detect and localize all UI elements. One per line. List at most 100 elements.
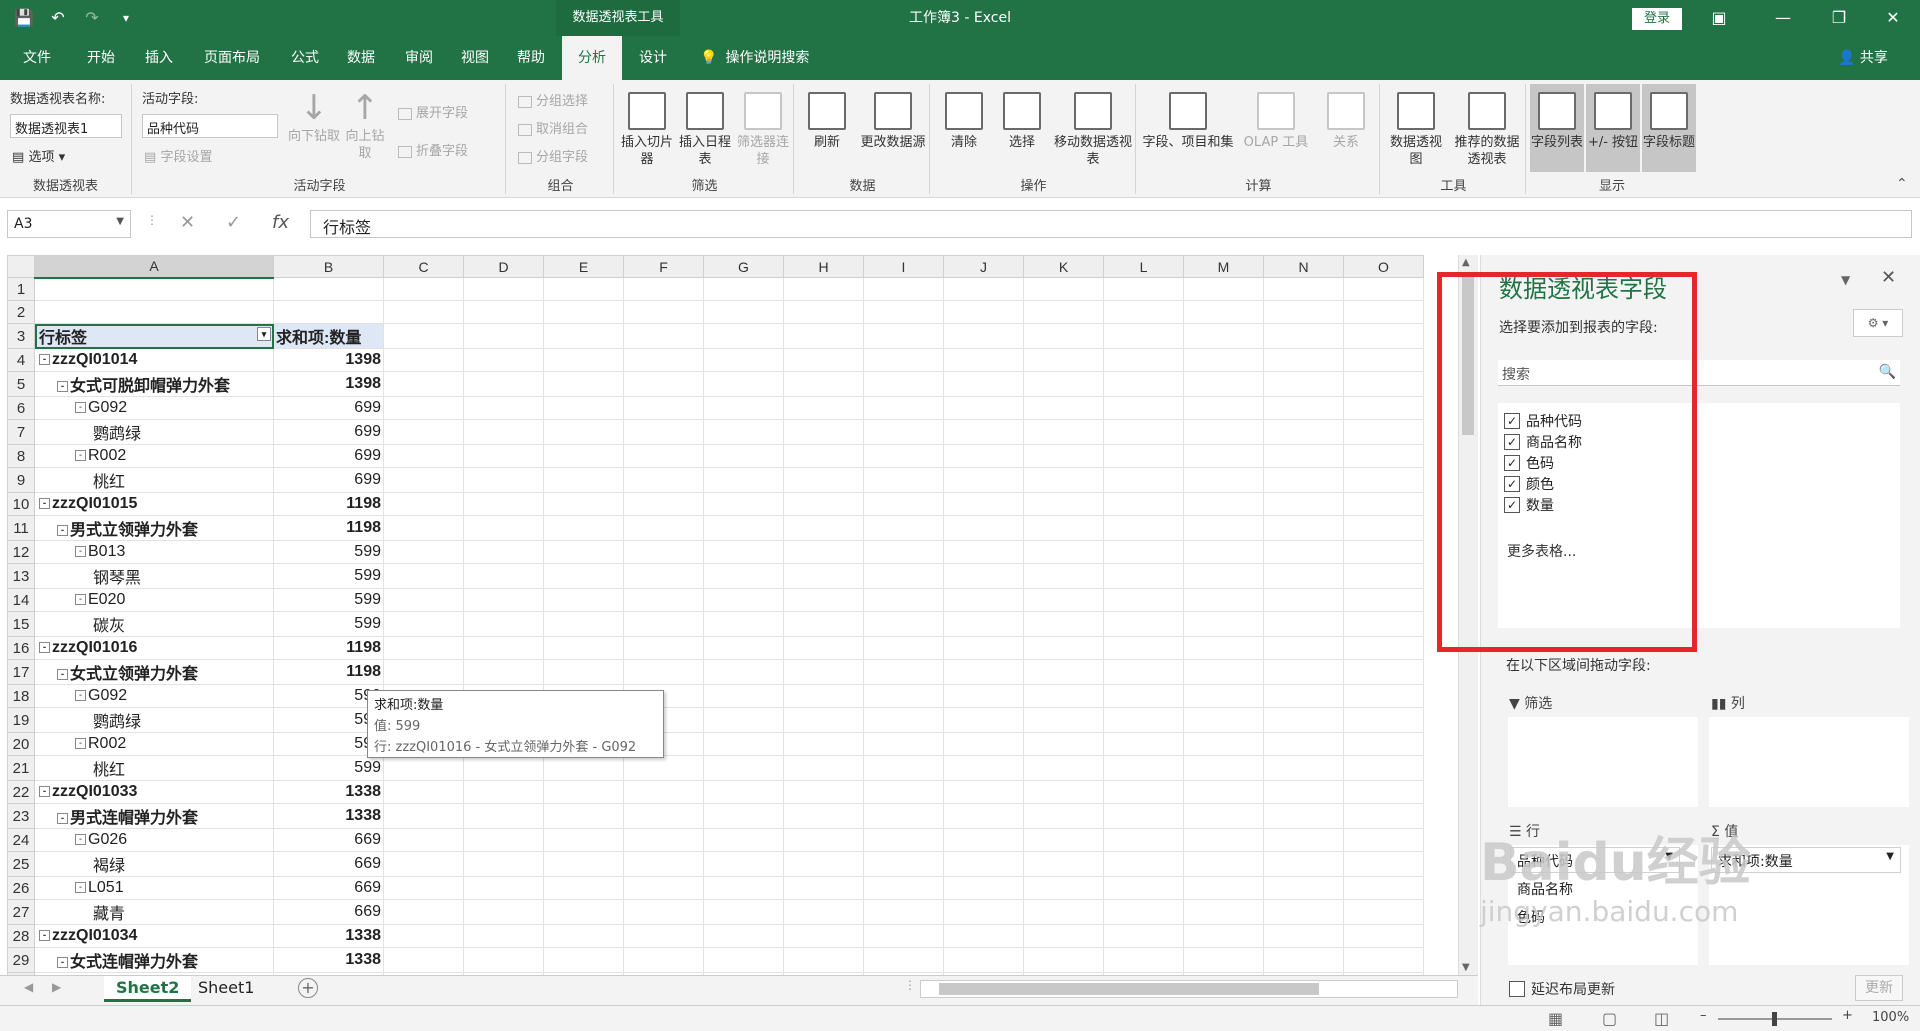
field-list-button[interactable]: 字段列表 — [1530, 84, 1584, 172]
empty-cell[interactable] — [383, 636, 464, 660]
empty-cell[interactable] — [383, 444, 464, 468]
pivot-value-cell[interactable]: 599 — [273, 588, 384, 612]
pivot-row-label[interactable] — [34, 300, 274, 324]
collapse-icon[interactable]: - — [75, 690, 86, 702]
pivot-row-label[interactable]: - 女式可脱卸帽弹力外套 — [34, 371, 274, 397]
empty-cell[interactable] — [703, 684, 784, 708]
empty-cell[interactable] — [1023, 277, 1104, 301]
empty-cell[interactable] — [863, 828, 944, 852]
row-header[interactable]: 25 — [7, 851, 35, 877]
empty-cell[interactable] — [383, 876, 464, 900]
empty-cell[interactable] — [703, 588, 784, 612]
empty-cell[interactable] — [1103, 492, 1184, 516]
empty-cell[interactable] — [463, 300, 544, 324]
fields-items-sets-button[interactable]: 字段、项目和集 — [1142, 84, 1234, 151]
empty-cell[interactable] — [1023, 323, 1104, 349]
empty-cell[interactable] — [943, 732, 1024, 756]
empty-cell[interactable] — [1183, 323, 1264, 349]
empty-cell[interactable] — [1263, 467, 1344, 493]
empty-cell[interactable] — [1103, 707, 1184, 733]
columns-area[interactable] — [1709, 717, 1909, 807]
scroll-down-icon[interactable]: ▼ — [1462, 962, 1470, 973]
empty-cell[interactable] — [943, 659, 1024, 685]
pivot-value-cell[interactable]: 1198 — [273, 636, 384, 660]
column-header-h[interactable]: H — [783, 255, 864, 278]
pivot-value-cell[interactable]: 599 — [273, 611, 384, 637]
empty-cell[interactable] — [1023, 924, 1104, 948]
empty-cell[interactable] — [783, 707, 864, 733]
pivot-row-label[interactable]: - R002 — [34, 732, 274, 756]
empty-cell[interactable] — [383, 467, 464, 493]
row-header[interactable]: 1 — [7, 277, 35, 301]
empty-cell[interactable] — [783, 419, 864, 445]
empty-cell[interactable] — [623, 540, 704, 564]
empty-cell[interactable] — [783, 277, 864, 301]
collapse-icon[interactable]: - — [75, 450, 86, 462]
empty-cell[interactable] — [463, 323, 544, 349]
empty-cell[interactable] — [1263, 659, 1344, 685]
pivot-value-cell[interactable]: 1338 — [273, 803, 384, 829]
collapse-icon[interactable]: - — [57, 525, 68, 537]
empty-cell[interactable] — [703, 659, 784, 685]
empty-cell[interactable] — [543, 419, 624, 445]
pivot-row-label[interactable]: - zzzQI01033 — [34, 780, 274, 804]
row-header[interactable]: 27 — [7, 899, 35, 925]
empty-cell[interactable] — [1023, 659, 1104, 685]
empty-cell[interactable] — [943, 780, 1024, 804]
tab-design[interactable]: 设计 — [626, 36, 680, 80]
empty-cell[interactable] — [383, 588, 464, 612]
empty-cell[interactable] — [1263, 899, 1344, 925]
next-sheet-icon[interactable]: ▶ — [52, 980, 61, 994]
pivot-row-label[interactable]: 桃红 — [34, 755, 274, 781]
row-header[interactable]: 5 — [7, 371, 35, 397]
empty-cell[interactable] — [623, 563, 704, 589]
drill-down-button[interactable]: ↓ 向下钻取 — [282, 84, 346, 145]
empty-cell[interactable] — [383, 323, 464, 349]
empty-cell[interactable] — [543, 828, 624, 852]
pivot-value-cell[interactable]: 669 — [273, 876, 384, 900]
group-field-button[interactable]: 分组字段 — [518, 146, 588, 165]
empty-cell[interactable] — [783, 467, 864, 493]
pivot-value-cell[interactable]: 求和项:数量 — [273, 323, 384, 349]
empty-cell[interactable] — [383, 611, 464, 637]
empty-cell[interactable] — [543, 277, 624, 301]
pivot-value-cell[interactable] — [273, 277, 384, 301]
row-header[interactable]: 16 — [7, 636, 35, 660]
share-button[interactable]: 👤 共享 — [1838, 36, 1888, 80]
empty-cell[interactable] — [543, 371, 624, 397]
empty-cell[interactable] — [1023, 755, 1104, 781]
row-header[interactable]: 14 — [7, 588, 35, 612]
empty-cell[interactable] — [543, 563, 624, 589]
empty-cell[interactable] — [783, 803, 864, 829]
tab-page-layout[interactable]: 页面布局 — [194, 36, 270, 80]
empty-cell[interactable] — [1103, 515, 1184, 541]
zoom-slider[interactable] — [1718, 1012, 1832, 1026]
empty-cell[interactable] — [783, 588, 864, 612]
empty-cell[interactable] — [943, 876, 1024, 900]
name-box[interactable]: A3 ▼ — [7, 210, 131, 238]
empty-cell[interactable] — [783, 899, 864, 925]
plus-minus-button[interactable]: +/- 按钮 — [1586, 84, 1640, 172]
empty-cell[interactable] — [1183, 636, 1264, 660]
empty-cell[interactable] — [783, 876, 864, 900]
empty-cell[interactable] — [1103, 899, 1184, 925]
row-header[interactable]: 24 — [7, 828, 35, 852]
empty-cell[interactable] — [863, 636, 944, 660]
empty-cell[interactable] — [1343, 659, 1424, 685]
empty-cell[interactable] — [1023, 371, 1104, 397]
move-pivot-button[interactable]: 移动数据透视表 — [1052, 84, 1134, 168]
empty-cell[interactable] — [383, 828, 464, 852]
collapse-icon[interactable]: - — [57, 813, 68, 825]
empty-cell[interactable] — [703, 277, 784, 301]
empty-cell[interactable] — [863, 467, 944, 493]
insert-function-icon[interactable]: fx — [272, 212, 289, 233]
empty-cell[interactable] — [1103, 876, 1184, 900]
empty-cell[interactable] — [623, 780, 704, 804]
empty-cell[interactable] — [783, 732, 864, 756]
pivot-value-cell[interactable]: 699 — [273, 419, 384, 445]
empty-cell[interactable] — [1263, 947, 1344, 973]
row-header[interactable]: 10 — [7, 492, 35, 516]
empty-cell[interactable] — [1343, 540, 1424, 564]
empty-cell[interactable] — [943, 467, 1024, 493]
worksheet-grid[interactable]: ABCDEFGHIJKLMNO 1 2 3 行标签 ▾ 求和项:数量 4- zzzQI0101… — [7, 255, 1457, 975]
